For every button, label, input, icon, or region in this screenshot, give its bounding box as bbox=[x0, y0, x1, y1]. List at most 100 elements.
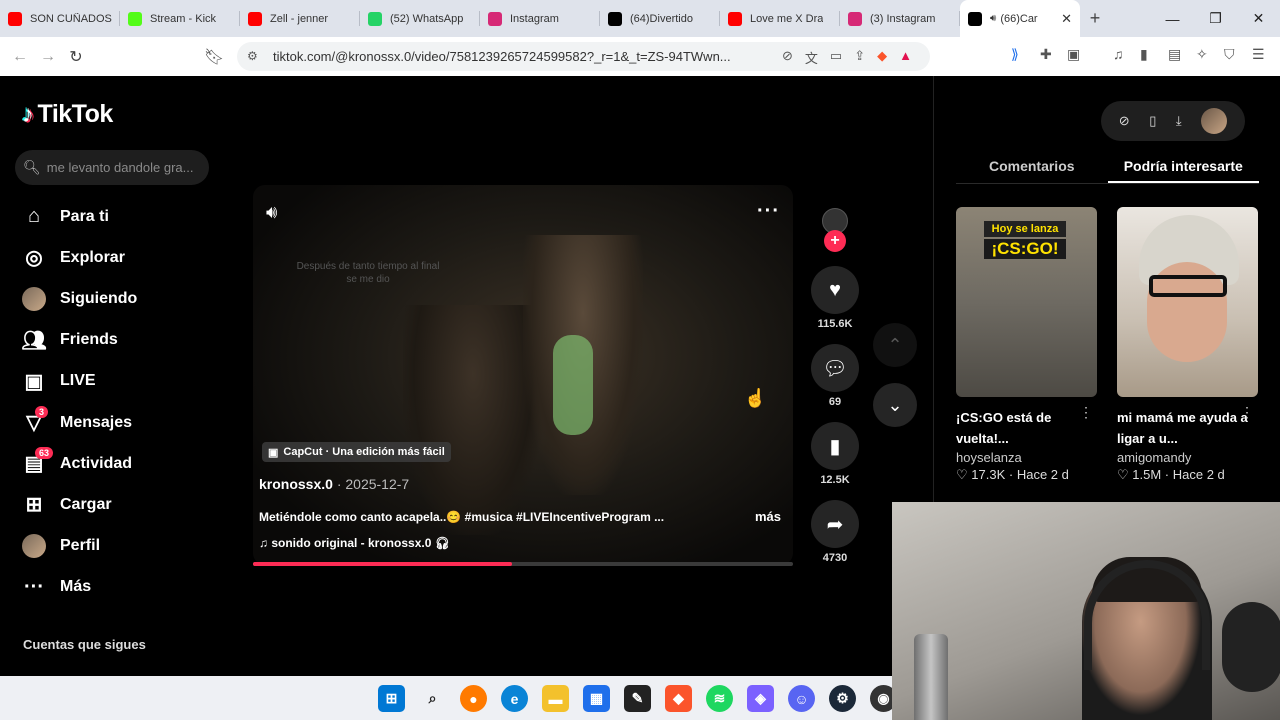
video-options-icon[interactable]: ··· bbox=[757, 200, 780, 223]
browser-tab[interactable]: (3) Instagram bbox=[840, 0, 960, 37]
close-tab-icon[interactable]: ✕ bbox=[1061, 11, 1072, 27]
explore-compass-icon[interactable]: ⊘ bbox=[1119, 113, 1130, 129]
browser-tab[interactable]: SON CUÑADOS bbox=[0, 0, 120, 37]
media-icon[interactable]: ♫ bbox=[1113, 46, 1124, 62]
no-tracking-icon[interactable]: ⊘ bbox=[782, 48, 793, 67]
sidebar-nav: ⌂ Para ti ◎ Explorar Siguiendo 👥︎ Friends ▣ LIVE… bbox=[20, 196, 210, 608]
reload-icon[interactable]: ↻ bbox=[62, 47, 90, 67]
forward-icon[interactable]: → bbox=[34, 48, 62, 66]
author-name[interactable]: kronossx.0 bbox=[259, 476, 333, 492]
wallet-extension-icon[interactable]: ▤ bbox=[1168, 46, 1181, 63]
device-icon[interactable]: ▯ bbox=[1149, 113, 1156, 129]
translate-icon[interactable]: 文 bbox=[805, 48, 818, 67]
following-avatar-icon bbox=[20, 285, 48, 313]
share-arrow-icon[interactable]: ➦ bbox=[811, 500, 859, 548]
minimize-icon[interactable]: — bbox=[1151, 0, 1194, 37]
pen-app-icon[interactable]: ✎ bbox=[624, 685, 651, 712]
browser-tab[interactable]: Instagram bbox=[480, 0, 600, 37]
tab-audio-icon[interactable]: 🔊︎ bbox=[990, 13, 996, 24]
capcut-badge[interactable]: ▣ CapCut · Una edición más fácil bbox=[262, 442, 451, 462]
maximize-icon[interactable]: ❐ bbox=[1194, 0, 1237, 37]
card-options-icon[interactable]: ⋮ bbox=[1240, 404, 1254, 421]
browser-tab[interactable]: Zell - jenner bbox=[240, 0, 360, 37]
screenshot-icon[interactable]: ▣ bbox=[1067, 46, 1080, 63]
site-info-icon[interactable]: ⚙ bbox=[247, 49, 258, 63]
browser-tab[interactable]: (64)Divertido bbox=[600, 0, 720, 37]
app-diamond-icon[interactable]: ◈ bbox=[747, 685, 774, 712]
like-icon[interactable]: ♥ bbox=[811, 266, 859, 314]
card-thumbnail[interactable] bbox=[1117, 207, 1258, 397]
store-icon[interactable]: ▦ bbox=[583, 685, 610, 712]
browser-tab[interactable]: 🔊︎ (66)Car ✕ bbox=[960, 0, 1080, 37]
capcut-icon: ▣ bbox=[268, 446, 279, 459]
browser-tab[interactable]: (52) WhatsApp bbox=[360, 0, 480, 37]
close-window-icon[interactable]: ✕ bbox=[1237, 0, 1280, 37]
back-icon[interactable]: ← bbox=[6, 48, 34, 66]
tab-title: Zell - jenner bbox=[270, 12, 329, 25]
bookmark-icon[interactable]: ▮ bbox=[811, 422, 859, 470]
next-video-button[interactable]: ⌄ bbox=[873, 383, 917, 427]
sidebar-item-explorar[interactable]: ◎ Explorar bbox=[20, 237, 210, 278]
tab-recommended[interactable]: Podría interesarte bbox=[1107, 154, 1259, 183]
brave-shield-icon[interactable]: ◆ bbox=[877, 48, 887, 67]
browser-tab[interactable]: Love me X Dra bbox=[720, 0, 840, 37]
follow-plus-icon[interactable]: + bbox=[824, 230, 846, 252]
sidebar-item-más[interactable]: ··· Más bbox=[20, 567, 210, 608]
sidebar-item-para-ti[interactable]: ⌂ Para ti bbox=[20, 196, 210, 237]
tiktok-logo[interactable]: ♪ TikTok bbox=[22, 100, 113, 129]
card-title: mi mamá me ayuda a ligar a u... bbox=[1117, 410, 1248, 446]
firefox-icon[interactable]: ● bbox=[460, 685, 487, 712]
file-explorer-icon[interactable]: ▬ bbox=[542, 685, 569, 712]
sidebar-item-friends[interactable]: 👥︎ Friends bbox=[20, 320, 210, 361]
windows-search-icon[interactable]: ⌕ bbox=[419, 685, 446, 712]
steam-icon[interactable]: ⚙ bbox=[829, 685, 856, 712]
menu-icon[interactable]: ☰ bbox=[1252, 46, 1265, 63]
sidebar-icon[interactable]: ▮ bbox=[1140, 46, 1148, 63]
tab-favicon-icon bbox=[248, 11, 262, 26]
edge-icon[interactable]: e bbox=[501, 685, 528, 712]
extensions-icon[interactable]: ✚ bbox=[1040, 46, 1052, 63]
brave-icon[interactable]: ◆ bbox=[665, 685, 692, 712]
vpn-icon[interactable]: ⛉ bbox=[1224, 46, 1235, 63]
card-thumbnail[interactable]: Hoy se lanza ¡CS:GO! bbox=[956, 207, 1097, 397]
bookmark-icon[interactable]: 🔖︎ bbox=[200, 47, 228, 67]
sidebar-item-perfil[interactable]: Perfil bbox=[20, 526, 210, 567]
cast-icon[interactable]: ▭ bbox=[830, 48, 842, 67]
recommended-card[interactable]: ⋮ mi mamá me ayuda a ligar a u... amigom… bbox=[1117, 207, 1258, 483]
wallet-icon[interactable]: ⟫ bbox=[1011, 46, 1019, 63]
video-player[interactable]: Después de tanto tiempo al final se me d… bbox=[253, 185, 793, 565]
leo-ai-icon[interactable]: ✧ bbox=[1196, 46, 1208, 63]
volume-icon[interactable]: 🔊︎ bbox=[266, 202, 277, 223]
card-options-icon[interactable]: ⋮ bbox=[1079, 404, 1093, 421]
discord-icon[interactable]: ☺ bbox=[788, 685, 815, 712]
previous-video-button[interactable]: ⌃ bbox=[873, 323, 917, 367]
card-meta: ♡ 1.5M · Hace 2 d bbox=[1117, 467, 1225, 482]
download-icon[interactable]: ⤓ bbox=[1176, 113, 1182, 129]
sidebar-item-siguiendo[interactable]: Siguiendo bbox=[20, 278, 210, 319]
rewards-icon[interactable]: ▲ bbox=[899, 48, 912, 67]
music-line[interactable]: ♫ sonido original - kronossx.0 🎧︎ bbox=[259, 536, 450, 550]
sidebar-item-live[interactable]: ▣ LIVE bbox=[20, 361, 210, 402]
address-bar[interactable]: ⚙ tiktok.com/@kronossx.0/video/758123926… bbox=[237, 42, 930, 71]
tab-comments[interactable]: Comentarios bbox=[956, 154, 1108, 183]
card-author[interactable]: amigomandy bbox=[1117, 450, 1258, 465]
browser-tab[interactable]: Stream - Kick bbox=[120, 0, 240, 37]
search-input[interactable]: 🔍︎ me levanto dandole gra... bbox=[15, 150, 209, 185]
card-author[interactable]: hoyselanza bbox=[956, 450, 1097, 465]
recommended-card[interactable]: Hoy se lanza ¡CS:GO! ⋮ ¡CS:GO está de vu… bbox=[956, 207, 1097, 483]
user-avatar[interactable] bbox=[1201, 108, 1228, 134]
spotify-icon[interactable]: ≋ bbox=[706, 685, 733, 712]
share-icon[interactable]: ⇪ bbox=[854, 48, 865, 67]
sidebar-item-actividad[interactable]: ▤ 63 Actividad bbox=[20, 443, 210, 484]
sidebar-item-mensajes[interactable]: ▽ 3 Mensajes bbox=[20, 402, 210, 443]
windows-start-icon[interactable]: ⊞ bbox=[378, 685, 405, 712]
comment-icon[interactable]: 💬︎ bbox=[811, 344, 859, 392]
tab-title: (52) WhatsApp bbox=[390, 12, 464, 25]
tab-title: Stream - Kick bbox=[150, 12, 217, 25]
more-caption-button[interactable]: más bbox=[755, 509, 781, 524]
video-subtitle: Después de tanto tiempo al final se me d… bbox=[296, 261, 440, 285]
new-tab-icon[interactable]: + bbox=[1080, 8, 1110, 29]
video-green-glove bbox=[553, 335, 593, 435]
sidebar-item-cargar[interactable]: ⊞ Cargar bbox=[20, 484, 210, 525]
video-progress-bar[interactable] bbox=[253, 562, 793, 566]
